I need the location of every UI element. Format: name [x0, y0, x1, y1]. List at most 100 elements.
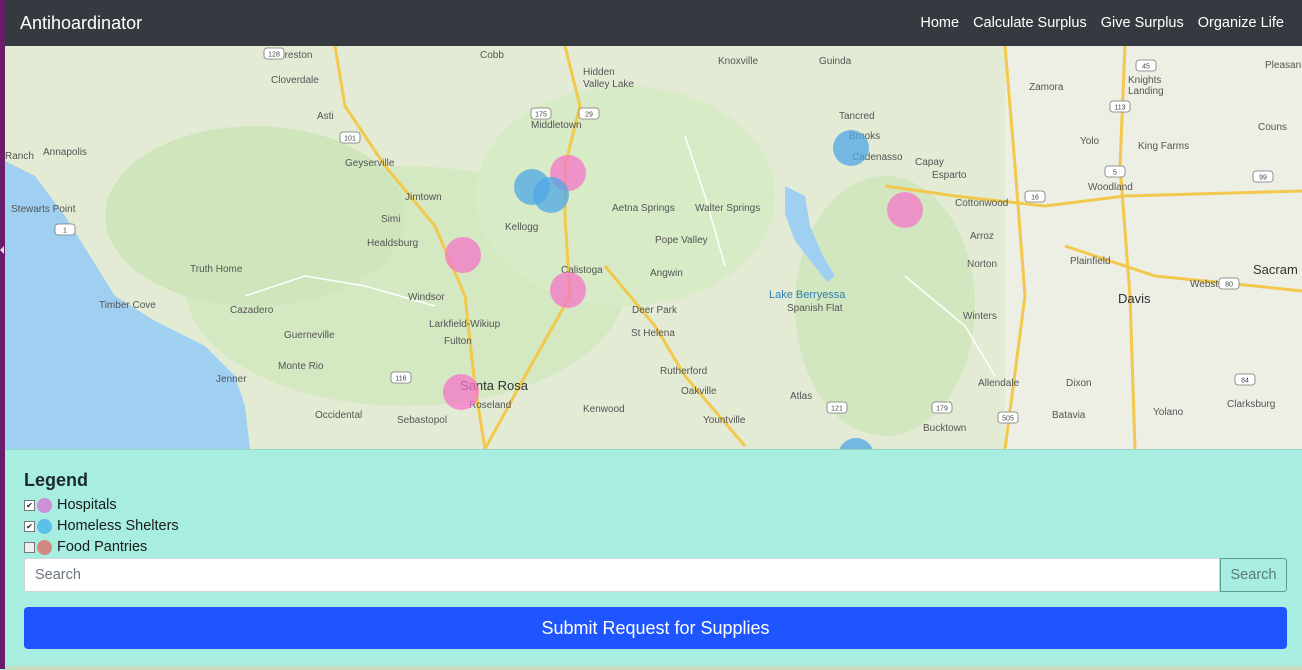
- search-input[interactable]: [24, 558, 1220, 592]
- shelter-color-dot: [37, 518, 52, 534]
- map-place-label: Couns: [1258, 122, 1287, 133]
- lake-label: Lake Berryessa: [769, 289, 846, 301]
- map-place-label: Dixon: [1066, 378, 1092, 389]
- homeless-shelters-label: Homeless Shelters: [57, 518, 179, 534]
- hospital-marker[interactable]: [550, 272, 586, 308]
- svg-text:121: 121: [831, 406, 843, 413]
- food-pantries-checkbox[interactable]: ✔: [24, 541, 35, 553]
- route-shield-icon: 101: [339, 131, 361, 144]
- map-place-label: Bucktown: [923, 423, 966, 434]
- map-place-label: Spanish Flat: [787, 303, 843, 314]
- map-place-label: Deer Park: [632, 305, 678, 316]
- svg-text:45: 45: [1142, 64, 1150, 71]
- map-place-label: Clarksburg: [1227, 399, 1275, 410]
- homeless-shelter-marker[interactable]: [833, 130, 869, 166]
- route-shield-icon: 113: [1109, 100, 1131, 113]
- map-place-label: Asti: [317, 111, 334, 122]
- map-place-label: Knights: [1128, 75, 1161, 86]
- map-place-label: Cobb: [480, 50, 504, 61]
- map-place-label: Plainfield: [1070, 256, 1111, 267]
- svg-text:99: 99: [1259, 175, 1267, 182]
- homeless-shelters-checkbox[interactable]: ✔: [24, 520, 35, 532]
- nav-calculate-surplus-link[interactable]: Calculate Surplus: [973, 15, 1087, 31]
- map-place-label: Zamora: [1029, 82, 1064, 93]
- map-place-label: Valley Lake: [583, 79, 634, 90]
- map-place-label: Windsor: [408, 292, 445, 303]
- map-place-label: Aetna Springs: [612, 203, 675, 214]
- svg-text:116: 116: [395, 376, 406, 383]
- route-shield-icon: 121: [826, 401, 848, 414]
- map-place-label: Cloverdale: [271, 75, 319, 86]
- homeless-shelter-marker[interactable]: [533, 177, 569, 213]
- map-place-label: Allendale: [978, 378, 1020, 389]
- search-button[interactable]: Search: [1220, 558, 1287, 592]
- legend-title: Legend: [24, 470, 89, 490]
- map-place-label: Occidental: [315, 410, 362, 421]
- map-place-label: Kellogg: [505, 222, 538, 233]
- nav-give-surplus-link[interactable]: Give Surplus: [1101, 15, 1184, 31]
- route-shield-icon: 116: [390, 371, 412, 384]
- map-place-label: Yolano: [1153, 407, 1184, 418]
- nav-home-link[interactable]: Home: [920, 15, 959, 31]
- map-place-label: Landing: [1128, 86, 1164, 97]
- map-place-label: Arroz: [970, 231, 994, 242]
- map-canvas[interactable]: Preston CobbHiddenValley LakeKnoxville Gui…: [5, 46, 1302, 449]
- route-shield-icon: 29: [578, 107, 600, 120]
- route-shield-icon: 5: [1104, 165, 1126, 178]
- map-place-label: Yountville: [703, 415, 746, 426]
- collapse-arrow-icon[interactable]: [0, 246, 4, 254]
- map-place-label: Healdsburg: [367, 238, 418, 249]
- route-shield-icon: 80: [1218, 277, 1240, 290]
- svg-text:505: 505: [1002, 416, 1014, 423]
- map-place-label: Ranch: [5, 151, 34, 162]
- svg-text:179: 179: [936, 406, 948, 413]
- map-place-label: Atlas: [790, 391, 812, 402]
- map-place-label: Capay: [915, 157, 944, 168]
- svg-text:113: 113: [1114, 105, 1125, 112]
- hospital-color-dot: [37, 497, 52, 513]
- map-place-label: Larkfield-Wikiup: [429, 319, 501, 330]
- legend-item-hospitals[interactable]: ✔ Hospitals: [24, 495, 117, 515]
- map-place-label: Knoxville: [718, 56, 758, 67]
- map[interactable]: Preston Cobb Hidden Valley Lake Knoxville Gui…: [5, 46, 1302, 449]
- map-place-label: Cottonwood: [955, 198, 1008, 209]
- map-place-label: Rutherford: [660, 366, 707, 377]
- map-place-label: Norton: [967, 259, 997, 270]
- hospital-marker[interactable]: [887, 192, 923, 228]
- route-shield-icon: 175: [530, 107, 552, 120]
- map-place-label: Pleasan: [1265, 60, 1301, 71]
- route-shield-icon: 505: [997, 411, 1019, 424]
- map-place-label: Winters: [963, 311, 997, 322]
- map-place-label: Cazadero: [230, 305, 274, 316]
- route-shield-icon: 16: [1024, 190, 1046, 203]
- route-shield-icon: 1: [54, 223, 76, 236]
- hospital-marker[interactable]: [443, 374, 479, 410]
- nav-links: Home Calculate Surplus Give Surplus Orga…: [906, 15, 1284, 31]
- route-shield-icon: 128: [263, 47, 285, 60]
- map-place-label: Esparto: [932, 170, 967, 181]
- route-shield-icon: 84: [1234, 373, 1256, 386]
- legend-item-homeless-shelters[interactable]: ✔ Homeless Shelters: [24, 516, 179, 536]
- map-place-label: Stewarts Point: [11, 204, 76, 215]
- svg-text:80: 80: [1225, 282, 1233, 289]
- map-place-label: Sebastopol: [397, 415, 447, 426]
- svg-text:101: 101: [344, 136, 356, 143]
- navbar: Antihoardinator Home Calculate Surplus G…: [0, 0, 1302, 46]
- map-place-label: Middletown: [531, 120, 582, 131]
- map-place-label: Truth Home: [190, 264, 243, 275]
- legend-item-food-pantries[interactable]: ✔ Food Pantries: [24, 537, 147, 557]
- app-brand[interactable]: Antihoardinator: [20, 13, 142, 34]
- map-place-label: Yolo: [1080, 136, 1100, 147]
- hospitals-checkbox[interactable]: ✔: [24, 499, 35, 511]
- control-panel: Legend ✔ Hospitals ✔ Homeless Shelters ✔…: [5, 449, 1302, 670]
- svg-text:84: 84: [1241, 378, 1249, 385]
- map-place-label: Kenwood: [583, 404, 625, 415]
- hospital-marker[interactable]: [445, 237, 481, 273]
- nav-organize-life-link[interactable]: Organize Life: [1198, 15, 1284, 31]
- svg-text:29: 29: [585, 112, 593, 119]
- map-place-label: King Farms: [1138, 141, 1189, 152]
- map-place-label: Monte Rio: [278, 361, 324, 372]
- map-place-label: Sacram: [1253, 262, 1298, 277]
- submit-request-button[interactable]: Submit Request for Supplies: [24, 607, 1287, 649]
- map-place-label: Davis: [1118, 291, 1151, 306]
